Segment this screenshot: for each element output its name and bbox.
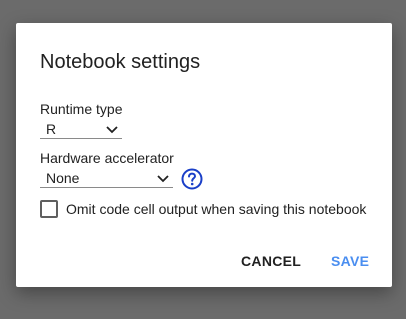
runtime-type-label: Runtime type (40, 101, 123, 117)
chevron-down-icon (157, 175, 169, 183)
help-circle-icon[interactable] (181, 168, 203, 190)
cancel-button[interactable]: CANCEL (241, 253, 301, 269)
runtime-type-value: R (46, 121, 57, 137)
omit-output-checkbox[interactable] (40, 200, 58, 218)
dialog-title: Notebook settings (40, 51, 201, 73)
hardware-accelerator-value: None (46, 170, 80, 186)
hardware-accelerator-label: Hardware accelerator (40, 150, 174, 166)
hardware-accelerator-select[interactable]: None (40, 169, 173, 188)
chevron-down-icon (106, 126, 118, 134)
notebook-settings-dialog: Notebook settings Runtime type R Hardwar… (16, 23, 392, 287)
omit-output-label: Omit code cell output when saving this n… (66, 201, 367, 217)
save-button[interactable]: SAVE (331, 253, 369, 269)
runtime-type-select[interactable]: R (40, 120, 122, 139)
